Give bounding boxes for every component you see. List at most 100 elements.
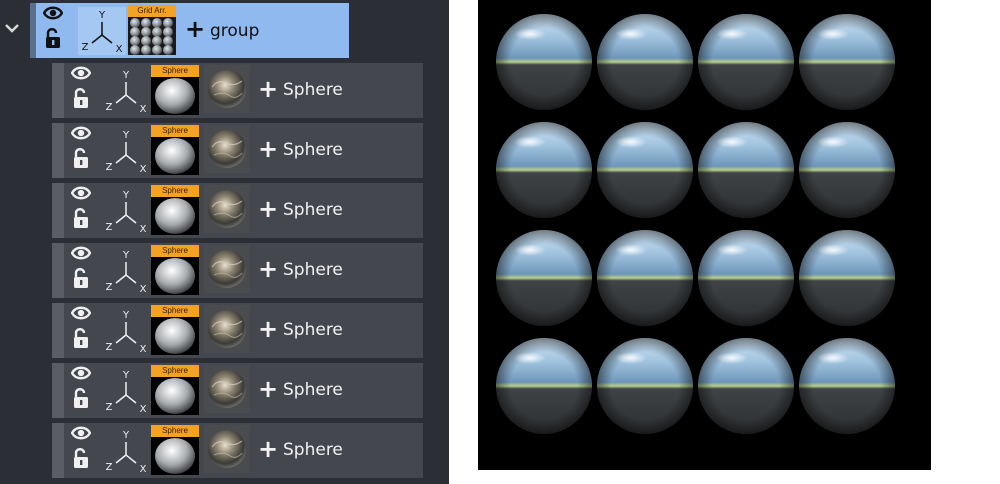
tree-item-sphere[interactable]: Y Z X Sphere + Sphere — [52, 63, 423, 118]
texture-thumbnail[interactable] — [204, 245, 250, 293]
tree-item-label: Sphere — [283, 320, 343, 340]
thumbnail-tag: Sphere — [151, 185, 199, 197]
texture-thumbnail[interactable] — [204, 305, 250, 353]
add-icon[interactable]: + — [185, 17, 205, 41]
eye-icon[interactable] — [71, 125, 91, 141]
lock-open-icon[interactable] — [72, 387, 90, 409]
axes-icon[interactable]: Y Z X — [102, 247, 150, 295]
tree-item-label: group — [210, 21, 260, 41]
axis-y-label: Y — [122, 130, 130, 141]
render-sphere — [698, 338, 794, 434]
axis-x-label: X — [140, 344, 147, 355]
eye-icon[interactable] — [71, 305, 91, 321]
sphere-preview-icon — [151, 197, 199, 235]
sphere-thumbnail[interactable]: Sphere — [151, 425, 199, 475]
axis-x-label: X — [140, 404, 147, 415]
add-icon[interactable]: + — [258, 197, 278, 221]
sphere-thumbnail[interactable]: Sphere — [151, 125, 199, 175]
tree-item-sphere[interactable]: Y Z X Sphere + Sphere — [52, 303, 423, 358]
eye-icon[interactable] — [71, 65, 91, 81]
eye-icon[interactable] — [71, 425, 91, 441]
texture-thumbnail[interactable] — [204, 425, 250, 473]
scene-tree-panel: Y Z X Grid Arr. + group Y Z X Sphere + S… — [0, 0, 449, 484]
thumbnail-tag: Sphere — [151, 245, 199, 257]
lock-open-icon[interactable] — [72, 447, 90, 469]
axis-x-label: X — [140, 284, 147, 295]
render-sphere — [496, 14, 592, 110]
render-viewport[interactable] — [478, 0, 931, 470]
eye-icon[interactable] — [71, 185, 91, 201]
lock-open-icon[interactable] — [72, 267, 90, 289]
axes-icon[interactable]: Y Z X — [78, 7, 126, 55]
axis-x-label: X — [140, 104, 147, 115]
lock-open-icon[interactable] — [72, 207, 90, 229]
render-sphere — [597, 338, 693, 434]
thumbnail-tag: Grid Arr. — [128, 5, 176, 17]
lock-open-icon[interactable] — [72, 87, 90, 109]
axes-icon[interactable]: Y Z X — [102, 367, 150, 415]
tree-item-sphere[interactable]: Y Z X Sphere + Sphere — [52, 183, 423, 238]
eye-icon[interactable] — [71, 365, 91, 381]
add-icon[interactable]: + — [258, 317, 278, 341]
axis-z-label: Z — [106, 102, 113, 113]
lock-open-icon[interactable] — [72, 147, 90, 169]
grid-spheres-icon — [128, 17, 176, 55]
sphere-preview-icon — [151, 257, 199, 295]
render-sphere — [496, 122, 592, 218]
axis-z-label: Z — [106, 222, 113, 233]
thumbnail-tag: Sphere — [151, 365, 199, 377]
add-icon[interactable]: + — [258, 437, 278, 461]
render-sphere — [799, 122, 895, 218]
lock-open-icon[interactable] — [44, 27, 62, 49]
axis-y-label: Y — [122, 70, 130, 81]
axes-icon[interactable]: Y Z X — [102, 427, 150, 475]
render-sphere — [799, 14, 895, 110]
texture-thumbnail[interactable] — [204, 365, 250, 413]
texture-thumbnail[interactable] — [204, 125, 250, 173]
texture-thumbnail[interactable] — [204, 65, 250, 113]
grid-array-thumbnail[interactable]: Grid Arr. — [128, 5, 176, 55]
tree-item-sphere[interactable]: Y Z X Sphere + Sphere — [52, 243, 423, 298]
add-icon[interactable]: + — [258, 137, 278, 161]
tree-item-sphere[interactable]: Y Z X Sphere + Sphere — [52, 363, 423, 418]
sphere-preview-icon — [151, 137, 199, 175]
render-sphere — [698, 122, 794, 218]
sphere-thumbnail[interactable]: Sphere — [151, 365, 199, 415]
add-icon[interactable]: + — [258, 257, 278, 281]
sphere-grid-render — [496, 14, 895, 434]
sphere-preview-icon — [151, 377, 199, 415]
sphere-thumbnail[interactable]: Sphere — [151, 245, 199, 295]
sphere-thumbnail[interactable]: Sphere — [151, 65, 199, 115]
axes-icon[interactable]: Y Z X — [102, 187, 150, 235]
sphere-thumbnail[interactable]: Sphere — [151, 305, 199, 355]
tree-item-label: Sphere — [283, 140, 343, 160]
thumbnail-tag: Sphere — [151, 425, 199, 437]
thumbnail-tag: Sphere — [151, 65, 199, 77]
render-sphere — [698, 14, 794, 110]
axis-z-label: Z — [106, 402, 113, 413]
axes-icon[interactable]: Y Z X — [102, 67, 150, 115]
lock-open-icon[interactable] — [72, 327, 90, 349]
tree-item-sphere[interactable]: Y Z X Sphere + Sphere — [52, 123, 423, 178]
tree-item-label: Sphere — [283, 380, 343, 400]
add-icon[interactable]: + — [258, 377, 278, 401]
eye-icon[interactable] — [43, 5, 63, 21]
texture-thumbnail[interactable] — [204, 185, 250, 233]
axes-icon[interactable]: Y Z X — [102, 307, 150, 355]
render-sphere — [799, 230, 895, 326]
tree-item-group[interactable]: Y Z X Grid Arr. + group — [30, 3, 349, 58]
tree-item-sphere[interactable]: Y Z X Sphere + Sphere — [52, 423, 423, 478]
render-sphere — [496, 338, 592, 434]
sphere-preview-icon — [151, 437, 199, 475]
render-sphere — [799, 338, 895, 434]
render-sphere — [597, 230, 693, 326]
eye-icon[interactable] — [71, 245, 91, 261]
axis-y-label: Y — [122, 250, 130, 261]
render-sphere — [597, 14, 693, 110]
tree-item-label: Sphere — [283, 260, 343, 280]
axis-z-label: Z — [106, 282, 113, 293]
add-icon[interactable]: + — [258, 77, 278, 101]
sphere-thumbnail[interactable]: Sphere — [151, 185, 199, 235]
chevron-down-icon[interactable] — [4, 20, 20, 36]
axes-icon[interactable]: Y Z X — [102, 127, 150, 175]
